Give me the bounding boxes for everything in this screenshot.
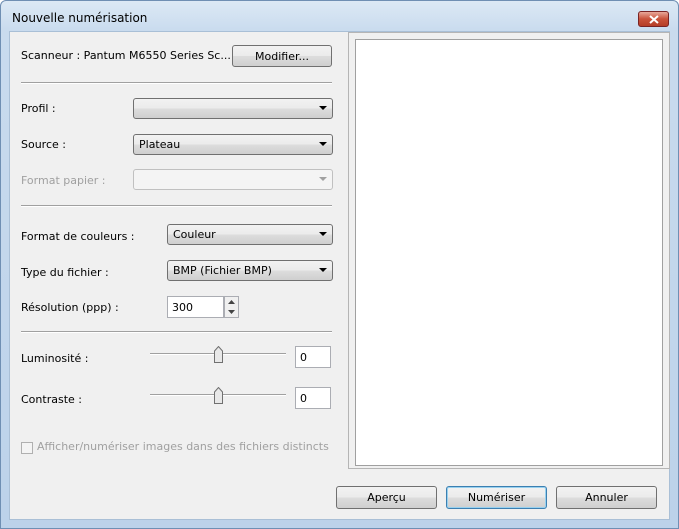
cancel-button-label: Annuler bbox=[585, 491, 628, 504]
modify-scanner-button-label: Modifier... bbox=[255, 49, 309, 63]
file-type-value: BMP (Fichier BMP) bbox=[173, 264, 272, 277]
brightness-value: 0 bbox=[300, 351, 307, 364]
chevron-down-icon bbox=[319, 177, 327, 181]
profile-label: Profil : bbox=[21, 102, 56, 115]
title-bar[interactable]: Nouvelle numérisation bbox=[1, 1, 678, 31]
preview-button-label: Aperçu bbox=[367, 491, 406, 504]
slider-thumb[interactable] bbox=[214, 346, 223, 363]
resolution-value: 300 bbox=[172, 301, 193, 314]
divider bbox=[21, 82, 332, 84]
file-type-select[interactable]: BMP (Fichier BMP) bbox=[167, 260, 333, 281]
resolution-input[interactable]: 300 bbox=[167, 296, 224, 318]
contrast-slider[interactable] bbox=[150, 387, 286, 407]
brightness-label: Luminosité : bbox=[21, 352, 89, 365]
contrast-label: Contraste : bbox=[21, 393, 82, 406]
scan-button-label: Numériser bbox=[467, 491, 526, 504]
chevron-down-icon bbox=[319, 268, 327, 272]
preview-frame bbox=[348, 32, 670, 469]
contrast-value: 0 bbox=[300, 392, 307, 405]
profile-select[interactable] bbox=[133, 98, 333, 119]
preview-area bbox=[355, 39, 663, 466]
arrow-down-icon bbox=[228, 309, 235, 314]
file-type-label: Type du fichier : bbox=[21, 266, 109, 279]
color-format-select[interactable]: Couleur bbox=[167, 224, 333, 245]
chevron-down-icon bbox=[319, 142, 327, 146]
source-value: Plateau bbox=[139, 138, 181, 151]
close-icon bbox=[648, 14, 659, 24]
cancel-button[interactable]: Annuler bbox=[556, 486, 657, 509]
scan-button[interactable]: Numériser bbox=[446, 486, 547, 509]
separate-files-label: Afficher/numériser images dans des fichi… bbox=[37, 440, 329, 453]
chevron-down-icon bbox=[319, 106, 327, 110]
brightness-input[interactable]: 0 bbox=[295, 346, 331, 368]
divider bbox=[21, 205, 332, 207]
modify-scanner-button[interactable]: Modifier... bbox=[232, 45, 332, 67]
scan-dialog-window: Nouvelle numérisation Scanneur : Pantum … bbox=[0, 0, 679, 529]
scanner-label: Scanneur : Pantum M6550 Series Sc... bbox=[21, 49, 231, 62]
close-button[interactable] bbox=[638, 11, 669, 27]
dialog-content: Scanneur : Pantum M6550 Series Sc... Mod… bbox=[9, 31, 670, 520]
window-title: Nouvelle numérisation bbox=[12, 11, 148, 25]
chevron-down-icon bbox=[319, 232, 327, 236]
source-select[interactable]: Plateau bbox=[133, 134, 333, 155]
resolution-label: Résolution (ppp) : bbox=[21, 301, 119, 314]
source-label: Source : bbox=[21, 138, 66, 151]
spin-down-button[interactable] bbox=[225, 307, 238, 316]
color-format-label: Format de couleurs : bbox=[21, 230, 135, 243]
preview-button[interactable]: Aperçu bbox=[336, 486, 437, 509]
slider-thumb[interactable] bbox=[214, 387, 223, 404]
color-format-value: Couleur bbox=[173, 228, 216, 241]
contrast-input[interactable]: 0 bbox=[295, 387, 331, 409]
paper-format-select bbox=[133, 169, 333, 190]
divider bbox=[21, 331, 332, 333]
arrow-up-icon bbox=[228, 299, 235, 304]
brightness-slider[interactable] bbox=[150, 346, 286, 366]
spin-up-button[interactable] bbox=[225, 297, 238, 306]
separate-files-checkbox[interactable] bbox=[21, 442, 33, 454]
paper-format-label: Format papier : bbox=[21, 174, 106, 187]
resolution-spinner[interactable] bbox=[224, 296, 239, 318]
